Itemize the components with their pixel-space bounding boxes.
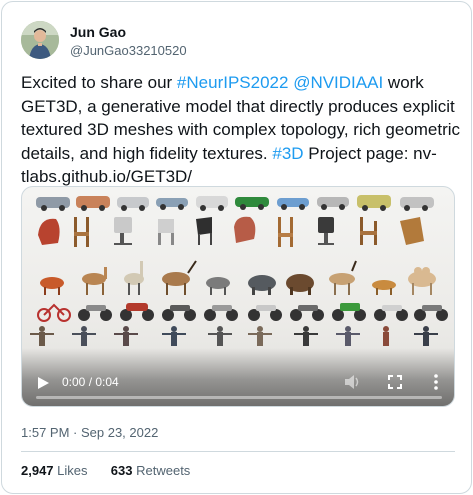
tweet-timestamp[interactable]: 1:57 PM · Sep 23, 2022 xyxy=(21,425,158,440)
tweet-text: Excited to share our #NeurIPS2022 @NVIDI… xyxy=(21,71,461,189)
likes-label[interactable]: Likes xyxy=(57,463,87,478)
video-time: 0:00 / 0:04 xyxy=(62,375,119,389)
chairs-row xyxy=(38,216,424,247)
avatar[interactable] xyxy=(21,21,59,59)
volume-icon[interactable] xyxy=(344,374,362,390)
hashtag-link[interactable]: #3D xyxy=(272,144,303,163)
avatar-image xyxy=(21,21,59,59)
animals-row xyxy=(40,260,436,295)
cars-row xyxy=(36,195,434,211)
tweet-text-part: Excited to share our xyxy=(21,73,177,92)
fullscreen-icon[interactable] xyxy=(388,375,402,389)
author-name[interactable]: Jun Gao xyxy=(70,24,126,40)
engagement-stats: 2,947 Likes 633 Retweets xyxy=(21,463,190,478)
hashtag-link[interactable]: #NeurIPS2022 xyxy=(177,73,289,92)
retweets-label[interactable]: Retweets xyxy=(136,463,190,478)
divider xyxy=(21,451,455,452)
mention-link[interactable]: @NVIDIAAI xyxy=(293,73,383,92)
video-progress-bar[interactable] xyxy=(36,396,442,399)
video-controls: 0:00 / 0:04 xyxy=(22,348,454,406)
tweet-card: Jun Gao @JunGao33210520 Excited to share… xyxy=(1,1,472,494)
people-row xyxy=(30,326,438,346)
play-icon[interactable] xyxy=(36,376,50,390)
video-player[interactable]: 0:00 / 0:04 xyxy=(21,186,455,407)
author-handle[interactable]: @JunGao33210520 xyxy=(70,43,187,58)
more-options-icon[interactable] xyxy=(429,373,443,391)
retweets-count[interactable]: 633 xyxy=(111,463,133,478)
likes-count[interactable]: 2,947 xyxy=(21,463,54,478)
motorbikes-row xyxy=(37,303,448,322)
